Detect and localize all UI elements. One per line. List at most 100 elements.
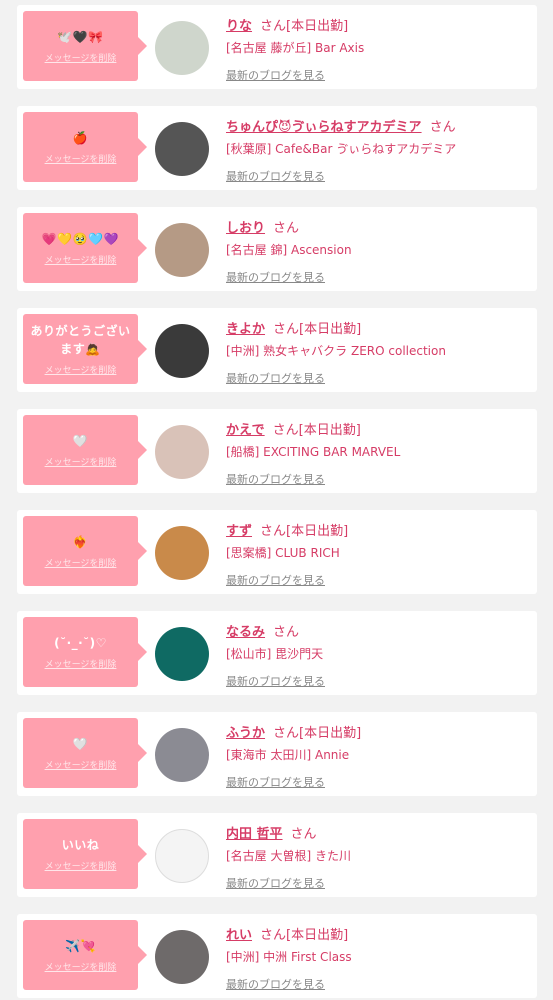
- cast-name-link[interactable]: ちゅんぴ😈ゔぃらねすアカデミア: [226, 120, 422, 135]
- delete-message-link[interactable]: メッセージを削除: [45, 657, 117, 670]
- delete-message-link[interactable]: メッセージを削除: [45, 253, 117, 266]
- message-bubble: 🤍 メッセージを削除: [23, 415, 147, 485]
- avatar[interactable]: [155, 223, 209, 277]
- message-text: 🍎: [72, 131, 89, 145]
- latest-blog-link[interactable]: 最新のブログを見る: [226, 269, 325, 285]
- message-bubble: ❤️‍🔥 メッセージを削除: [23, 516, 147, 586]
- avatar[interactable]: [155, 122, 209, 176]
- message-bubble: ✈️💘 メッセージを削除: [23, 920, 147, 990]
- cast-info: なるみ さん [松山市] 毘沙門天 最新のブログを見る: [226, 621, 531, 689]
- message-text: ✈️💘: [65, 939, 96, 953]
- message-bubble: (˘·_·˘)♡ メッセージを削除: [23, 617, 147, 687]
- message-bubble: 🍎 メッセージを削除: [23, 112, 147, 182]
- message-text: (˘·_·˘)♡: [54, 636, 107, 650]
- avatar[interactable]: [155, 526, 209, 580]
- message-card: いいね メッセージを削除 内田 哲平 さん [名古屋 大曽根] きた川 最新のブロ…: [17, 813, 537, 897]
- message-text: 🤍: [72, 434, 89, 448]
- cast-info: ちゅんぴ😈ゔぃらねすアカデミア さん [秋葉原] Cafe&Bar ゔぃらねすアカ…: [226, 116, 531, 184]
- latest-blog-link[interactable]: 最新のブログを見る: [226, 67, 325, 83]
- avatar[interactable]: [155, 930, 209, 984]
- shop-info: [名古屋 錦] Ascension: [226, 243, 352, 257]
- message-text: ありがとうございます🙇: [30, 324, 131, 356]
- latest-blog-link[interactable]: 最新のブログを見る: [226, 572, 325, 588]
- attendance-status: [本日出勤]: [286, 19, 349, 34]
- latest-blog-link[interactable]: 最新のブログを見る: [226, 976, 325, 992]
- message-card: 🍎 メッセージを削除 ちゅんぴ😈ゔぃらねすアカデミア さん [秋葉原] Cafe&…: [17, 106, 537, 190]
- avatar[interactable]: [155, 627, 209, 681]
- message-text: 💗💛🥹🩵💜: [41, 232, 120, 246]
- shop-info: [秋葉原] Cafe&Bar ゔぃらねすアカデミア: [226, 142, 457, 156]
- avatar[interactable]: [155, 425, 209, 479]
- message-card: 💗💛🥹🩵💜 メッセージを削除 しおり さん [名古屋 錦] Ascension 最…: [17, 207, 537, 291]
- delete-message-link[interactable]: メッセージを削除: [45, 363, 117, 376]
- cast-name-link[interactable]: りな: [226, 19, 252, 34]
- cast-name-link[interactable]: しおり: [226, 221, 265, 236]
- message-card: ✈️💘 メッセージを削除 れい さん[本日出勤] [中洲] 中洲 First Cl…: [17, 914, 537, 998]
- avatar[interactable]: [155, 324, 209, 378]
- latest-blog-link[interactable]: 最新のブログを見る: [226, 471, 325, 487]
- cast-info: すず さん[本日出勤] [思案橋] CLUB RICH 最新のブログを見る: [226, 520, 531, 588]
- message-card: 🤍 メッセージを削除 ふうか さん[本日出勤] [東海市 太田川] Annie 最…: [17, 712, 537, 796]
- honorific: さん: [273, 726, 300, 741]
- delete-message-link[interactable]: メッセージを削除: [45, 859, 117, 872]
- message-text: 🕊️🖤🎀: [57, 30, 104, 44]
- delete-message-link[interactable]: メッセージを削除: [45, 455, 117, 468]
- cast-name-link[interactable]: すず: [226, 524, 252, 539]
- latest-blog-link[interactable]: 最新のブログを見る: [226, 875, 325, 891]
- delete-message-link[interactable]: メッセージを削除: [45, 556, 117, 569]
- attendance-status: [本日出勤]: [299, 322, 362, 337]
- avatar[interactable]: [155, 728, 209, 782]
- message-card: ❤️‍🔥 メッセージを削除 すず さん[本日出勤] [思案橋] CLUB RICH…: [17, 510, 537, 594]
- shop-info: [名古屋 藤が丘] Bar Axis: [226, 41, 365, 55]
- cast-info: きよか さん[本日出勤] [中洲] 熟女キャバクラ ZERO collection…: [226, 318, 531, 386]
- cast-info: れい さん[本日出勤] [中洲] 中洲 First Class 最新のブログを見る: [226, 924, 531, 992]
- latest-blog-link[interactable]: 最新のブログを見る: [226, 673, 325, 689]
- honorific: さん: [273, 221, 300, 236]
- shop-info: [東海市 太田川] Annie: [226, 748, 350, 762]
- shop-info: [中洲] 中洲 First Class: [226, 950, 352, 964]
- honorific: さん: [260, 19, 287, 34]
- delete-message-link[interactable]: メッセージを削除: [45, 758, 117, 771]
- cast-name-link[interactable]: れい: [226, 928, 252, 943]
- message-bubble: 🤍 メッセージを削除: [23, 718, 147, 788]
- cast-name-link[interactable]: かえで: [226, 423, 265, 438]
- cast-name-link[interactable]: 内田 哲平: [226, 827, 283, 842]
- message-bubble: ありがとうございます🙇 メッセージを削除: [23, 314, 147, 384]
- message-bubble: 🕊️🖤🎀 メッセージを削除: [23, 11, 147, 81]
- message-card: ありがとうございます🙇 メッセージを削除 きよか さん[本日出勤] [中洲] 熟女…: [17, 308, 537, 392]
- honorific: さん: [272, 423, 299, 438]
- honorific: さん: [429, 120, 456, 135]
- attendance-status: [本日出勤]: [286, 928, 349, 943]
- message-text: いいね: [61, 838, 100, 852]
- cast-info: しおり さん [名古屋 錦] Ascension 最新のブログを見る: [226, 217, 531, 285]
- avatar[interactable]: [155, 21, 209, 75]
- message-text: 🤍: [72, 737, 89, 751]
- message-card: 🤍 メッセージを削除 かえで さん[本日出勤] [船橋] EXCITING BAR…: [17, 409, 537, 493]
- latest-blog-link[interactable]: 最新のブログを見る: [226, 168, 325, 184]
- message-text: ❤️‍🔥: [72, 535, 89, 549]
- cast-name-link[interactable]: なるみ: [226, 625, 265, 640]
- delete-message-link[interactable]: メッセージを削除: [45, 152, 117, 165]
- attendance-status: [本日出勤]: [298, 423, 361, 438]
- latest-blog-link[interactable]: 最新のブログを見る: [226, 774, 325, 790]
- delete-message-link[interactable]: メッセージを削除: [45, 51, 117, 64]
- honorific: さん: [260, 524, 287, 539]
- delete-message-link[interactable]: メッセージを削除: [45, 960, 117, 973]
- shop-info: [名古屋 大曽根] きた川: [226, 849, 351, 863]
- honorific: さん: [273, 322, 300, 337]
- cast-info: りな さん[本日出勤] [名古屋 藤が丘] Bar Axis 最新のブログを見る: [226, 15, 531, 83]
- message-card: 🕊️🖤🎀 メッセージを削除 りな さん[本日出勤] [名古屋 藤が丘] Bar A…: [17, 5, 537, 89]
- message-bubble: 💗💛🥹🩵💜 メッセージを削除: [23, 213, 147, 283]
- attendance-status: [本日出勤]: [286, 524, 349, 539]
- shop-info: [船橋] EXCITING BAR MARVEL: [226, 445, 401, 459]
- cast-info: かえで さん[本日出勤] [船橋] EXCITING BAR MARVEL 最新の…: [226, 419, 531, 487]
- honorific: さん: [273, 625, 300, 640]
- shop-info: [思案橋] CLUB RICH: [226, 546, 340, 560]
- avatar[interactable]: [155, 829, 209, 883]
- message-card: (˘·_·˘)♡ メッセージを削除 なるみ さん [松山市] 毘沙門天 最新のブロ…: [17, 611, 537, 695]
- honorific: さん: [290, 827, 317, 842]
- shop-info: [松山市] 毘沙門天: [226, 647, 324, 661]
- cast-name-link[interactable]: ふうか: [226, 726, 265, 741]
- cast-name-link[interactable]: きよか: [226, 322, 265, 337]
- latest-blog-link[interactable]: 最新のブログを見る: [226, 370, 325, 386]
